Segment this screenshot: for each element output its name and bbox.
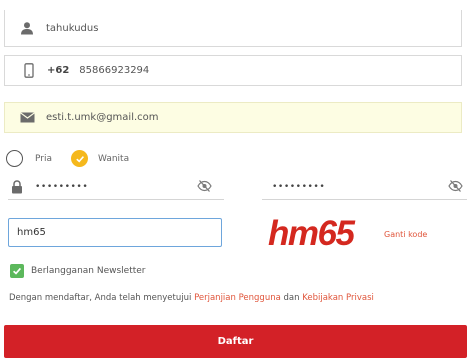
password-field[interactable]: •••••••••: [8, 174, 224, 200]
captcha-input-value: hm65: [17, 227, 46, 238]
eye-slash-icon[interactable]: [448, 180, 463, 192]
terms-middle: dan: [280, 293, 303, 303]
password-confirm-value: •••••••••: [272, 181, 326, 192]
password-confirm-field[interactable]: •••••••••: [262, 174, 467, 200]
phone-value: 85866923294: [79, 65, 150, 76]
envelope-icon: [18, 109, 36, 127]
radio-label-wanita: Wanita: [98, 153, 130, 164]
username-field[interactable]: tahukudus: [4, 10, 462, 47]
radio-pria[interactable]: [6, 150, 23, 167]
change-code-link[interactable]: Ganti kode: [384, 230, 427, 239]
register-button[interactable]: Daftar: [4, 325, 467, 358]
radio-label-pria: Pria: [35, 153, 52, 164]
phone-field[interactable]: +62 85866923294: [4, 55, 462, 86]
lock-icon: [11, 179, 23, 194]
email-value: esti.t.umk@gmail.com: [46, 112, 159, 123]
captcha-image: hm65: [268, 214, 355, 253]
terms-text: Dengan mendaftar, Anda telah menyetujui …: [9, 293, 374, 303]
password-value: •••••••••: [35, 181, 89, 192]
newsletter-option[interactable]: Berlangganan Newsletter: [10, 264, 146, 278]
user-icon: [18, 19, 36, 37]
terms-prefix: Dengan mendaftar, Anda telah menyetujui: [9, 293, 195, 303]
username-value: tahukudus: [46, 22, 99, 34]
radio-wanita[interactable]: [71, 150, 88, 167]
check-icon: [13, 267, 22, 275]
captcha-input[interactable]: hm65: [8, 218, 222, 247]
gender-selector: Pria Wanita: [6, 150, 129, 167]
check-icon: [75, 155, 84, 163]
newsletter-label: Berlangganan Newsletter: [31, 266, 146, 276]
country-code: +62: [47, 65, 70, 76]
privacy-policy-link[interactable]: Kebijakan Privasi: [302, 293, 374, 303]
mobile-phone-icon: [20, 62, 38, 80]
email-field[interactable]: esti.t.umk@gmail.com: [4, 102, 462, 133]
newsletter-checkbox[interactable]: [10, 264, 24, 278]
eye-slash-icon[interactable]: [197, 180, 212, 192]
user-agreement-link[interactable]: Perjanjian Pengguna: [194, 293, 281, 303]
